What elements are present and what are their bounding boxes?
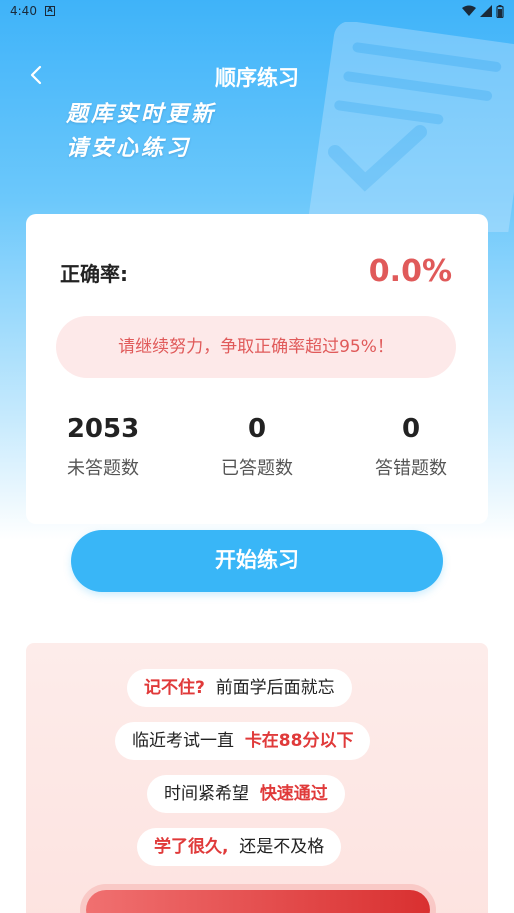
stat-value: 2053 bbox=[66, 414, 140, 444]
stat-label: 已答题数 bbox=[221, 458, 293, 479]
status-time: 4:40 bbox=[10, 4, 37, 18]
document-illustration-icon bbox=[306, 22, 514, 232]
stats-card: 正确率: 0.0% 请继续努力，争取正确率超过95%！ 2053 未答题数 0 … bbox=[26, 214, 488, 524]
wifi-icon bbox=[462, 5, 476, 16]
pain-point-highlight: 卡在88分以下 bbox=[244, 731, 354, 751]
accuracy-value: 0.0% bbox=[368, 254, 452, 289]
stat-value: 0 bbox=[247, 414, 267, 444]
accuracy-label: 正确率: bbox=[60, 262, 128, 286]
encouragement-tip: 请继续努力，争取正确率超过95%！ bbox=[56, 316, 456, 378]
signal-icon bbox=[480, 5, 492, 17]
stat-label: 答错题数 bbox=[375, 458, 447, 479]
page-title: 顺序练习 bbox=[215, 66, 299, 90]
pain-point-highlight: 学了很久, bbox=[154, 837, 229, 857]
pain-point-pill: 临近考试一直 卡在88分以下 bbox=[115, 722, 371, 760]
header: 顺序练习 bbox=[0, 58, 514, 94]
pain-point-text: 时间紧希望 bbox=[164, 784, 249, 804]
start-practice-button[interactable]: 开始练习 bbox=[71, 530, 443, 592]
pain-point-pill: 学了很久, 还是不及格 bbox=[137, 828, 342, 866]
pain-point-text: 临近考试一直 bbox=[132, 731, 234, 751]
action-button-partial[interactable] bbox=[86, 890, 430, 913]
slogan-line-1: 题库实时更新 bbox=[66, 102, 217, 127]
slogan-line-2: 请安心练习 bbox=[66, 136, 192, 161]
stat-answered: 0 已答题数 bbox=[180, 414, 334, 480]
pain-point-pill: 时间紧希望 快速通过 bbox=[147, 775, 345, 813]
pain-point-highlight: 快速通过 bbox=[259, 784, 328, 804]
accessibility-a-icon: A bbox=[44, 6, 55, 16]
pain-point-text: 还是不及格 bbox=[239, 837, 325, 857]
stat-unanswered: 2053 未答题数 bbox=[26, 414, 180, 480]
pain-point-pill: 记不住? 前面学后面就忘 bbox=[127, 669, 352, 707]
pain-point-text: 前面学后面就忘 bbox=[215, 678, 335, 698]
battery-icon bbox=[496, 4, 504, 18]
stats-row: 2053 未答题数 0 已答题数 0 答错题数 bbox=[26, 414, 488, 480]
stat-wrong: 0 答错题数 bbox=[334, 414, 488, 480]
pain-point-highlight: 记不住? bbox=[144, 678, 205, 698]
status-bar: 4:40 A bbox=[0, 0, 514, 22]
pain-points-panel: 记不住? 前面学后面就忘 临近考试一直 卡在88分以下 时间紧希望 快速通过 学… bbox=[26, 643, 488, 913]
stat-value: 0 bbox=[401, 414, 421, 444]
stat-label: 未答题数 bbox=[67, 458, 139, 479]
